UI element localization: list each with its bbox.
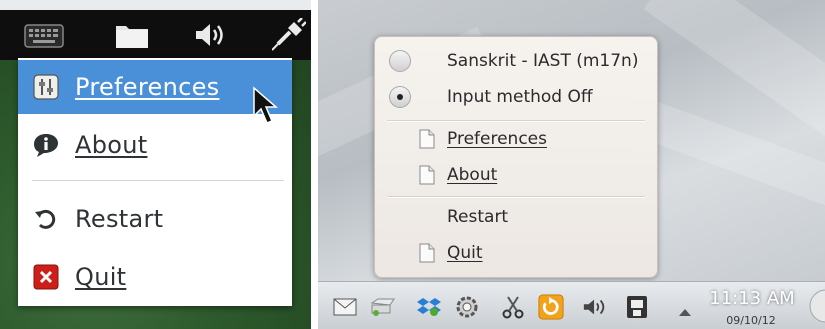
quit-icon bbox=[32, 263, 60, 291]
menu-item-preferences[interactable]: Preferences bbox=[18, 60, 292, 114]
menu-item-label: About bbox=[75, 131, 148, 159]
volume-icon[interactable] bbox=[193, 20, 227, 54]
menu-item-label: Preferences bbox=[447, 129, 547, 149]
network-icon[interactable] bbox=[624, 294, 650, 320]
menu-item-label: Restart bbox=[75, 205, 164, 233]
top-strip bbox=[0, 0, 311, 10]
info-icon bbox=[32, 131, 60, 159]
menu-item-label: Quit bbox=[75, 263, 127, 291]
radio-button-checked[interactable] bbox=[389, 86, 411, 108]
menu-item-about[interactable]: About bbox=[18, 118, 292, 172]
restart-icon bbox=[32, 205, 60, 233]
menu-item-label: About bbox=[447, 165, 498, 185]
menu-item-label: Input method Off bbox=[447, 87, 593, 107]
gnome-panel-screenshot: Preferences About Restart Quit bbox=[0, 0, 311, 329]
volume-icon[interactable] bbox=[582, 294, 608, 320]
menu-item-label: Quit bbox=[447, 243, 483, 263]
radio-button[interactable] bbox=[389, 50, 411, 72]
document-icon bbox=[419, 129, 435, 149]
gnome-context-menu: Preferences About Restart Quit bbox=[18, 58, 292, 306]
menu-item-restart[interactable]: Restart bbox=[375, 201, 657, 233]
desktop-cashew-icon[interactable] bbox=[808, 288, 825, 328]
document-icon bbox=[419, 243, 435, 263]
preferences-icon bbox=[32, 73, 60, 101]
menu-item-quit[interactable]: Quit bbox=[18, 250, 292, 304]
clock-time[interactable]: 11:13 AM bbox=[702, 288, 802, 309]
keyboard-icon[interactable] bbox=[24, 24, 64, 52]
clock-date: 09/10/12 bbox=[726, 314, 776, 327]
settings-gear-icon[interactable] bbox=[454, 294, 480, 320]
menu-separator bbox=[387, 120, 645, 121]
menu-item-about[interactable]: About bbox=[375, 159, 657, 191]
menu-item-label: Sanskrit - IAST (m17n) bbox=[447, 51, 639, 71]
menu-item-quit[interactable]: Quit bbox=[375, 237, 657, 269]
plug-icon[interactable] bbox=[271, 17, 307, 56]
menu-item-sanskrit[interactable]: Sanskrit - IAST (m17n) bbox=[375, 45, 657, 77]
mail-icon[interactable] bbox=[332, 294, 358, 320]
tray-expand-arrow-icon[interactable] bbox=[678, 302, 692, 321]
menu-item-label: Restart bbox=[447, 207, 509, 227]
document-icon bbox=[419, 165, 435, 185]
dropbox-icon[interactable] bbox=[416, 294, 442, 320]
kde-context-menu: Sanskrit - IAST (m17n) Input method Off … bbox=[374, 36, 658, 278]
update-icon[interactable] bbox=[538, 294, 564, 320]
menu-separator bbox=[387, 196, 645, 197]
menu-item-restart[interactable]: Restart bbox=[18, 192, 292, 246]
folder-icon[interactable] bbox=[114, 20, 150, 54]
top-bar bbox=[0, 10, 311, 60]
scissors-icon[interactable] bbox=[500, 294, 526, 320]
kde-desktop-screenshot: Sanskrit - IAST (m17n) Input method Off … bbox=[318, 0, 825, 329]
menu-item-preferences[interactable]: Preferences bbox=[375, 123, 657, 155]
storage-icon[interactable] bbox=[370, 294, 396, 320]
menu-item-input-method-off[interactable]: Input method Off bbox=[375, 81, 657, 113]
menu-separator bbox=[32, 180, 284, 181]
menu-item-label: Preferences bbox=[75, 73, 220, 101]
